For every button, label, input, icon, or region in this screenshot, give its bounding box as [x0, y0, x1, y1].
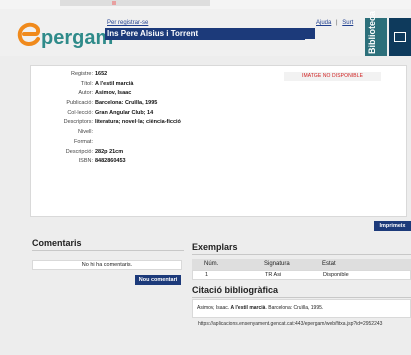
school-name: Ins Pere Alsius i Torrent: [105, 28, 315, 39]
cell-signature: TR Asi: [265, 272, 282, 278]
copies-table: Núm. Signatura Estat 1 TR Asi Disponible: [192, 259, 411, 280]
biblioteca-badge: Biblioteca: [365, 11, 387, 56]
record-panel: Registre: 1652 Títol: A l'estil marcià Aut…: [30, 65, 407, 217]
field-descripcio: Descripció: 282p 21cm: [31, 148, 251, 158]
record-url[interactable]: https://aplicacions.ensenyament.gencat.c…: [198, 321, 406, 328]
field-label: Registre:: [70, 71, 93, 77]
department-mark-icon: [394, 32, 406, 42]
comments-divider: [32, 250, 184, 251]
field-value: A l'estil marcià: [95, 80, 134, 87]
cell-num: 1: [205, 272, 209, 278]
col-status: Estat: [322, 261, 336, 267]
browser-indicator: [112, 1, 116, 5]
field-value: Asimov, Isaac: [95, 90, 132, 97]
department-logo: [389, 18, 411, 56]
field-colleccio: Col·lecció: Gran Angular Club; 14: [31, 109, 251, 119]
field-label: ISBN:: [78, 158, 93, 165]
epergam-logo[interactable]: pergam: [16, 18, 116, 52]
browser-top-strip: [0, 0, 411, 9]
help-link[interactable]: Ajuda: [316, 20, 331, 26]
top-links: Ajuda | Surt: [316, 20, 353, 26]
field-isbn: ISBN: 8482860453: [31, 157, 251, 167]
logo-e-icon: [17, 22, 41, 46]
logo-text: pergam: [41, 27, 114, 49]
cell-status: Disponible: [323, 272, 349, 278]
field-format: Format:: [31, 138, 251, 148]
logout-link[interactable]: Surt: [342, 20, 353, 26]
header: pergam Per registrar-se Ins Pere Alsius …: [0, 9, 411, 56]
copies-heading: Exemplars: [192, 242, 238, 252]
col-signature: Signatura: [264, 261, 290, 267]
comments-heading: Comentaris: [32, 238, 82, 248]
field-value: literatura; novel·la; ciència-ficció: [95, 119, 181, 126]
field-label: Nivell:: [78, 129, 93, 136]
link-separator: |: [336, 20, 338, 26]
field-registre: Registre: 1652: [31, 70, 251, 80]
field-value: 8482860453: [95, 158, 126, 165]
field-value: 1652: [95, 71, 108, 77]
register-link[interactable]: Per registrar-se: [107, 20, 148, 26]
field-label: Col·lecció:: [67, 109, 93, 116]
page: pergam Per registrar-se Ins Pere Alsius …: [0, 9, 411, 355]
record-fields: Registre: 1652 Títol: A l'estil marcià Aut…: [31, 70, 251, 167]
field-label: Format:: [74, 138, 93, 145]
school-underline: [105, 39, 305, 40]
print-button[interactable]: Imprimeix: [374, 221, 411, 231]
copies-divider: [192, 254, 411, 255]
citation-rest: . Barcelona: Cruïlla, 1995.: [265, 305, 324, 311]
field-label: Títol:: [80, 80, 93, 87]
biblioteca-text: Biblioteca: [367, 10, 377, 54]
field-descriptors: Descriptors: literatura; novel·la; ciènci…: [31, 118, 251, 128]
field-nivell: Nivell:: [31, 128, 251, 138]
field-titol: Títol: A l'estil marcià: [31, 80, 251, 90]
citation-divider: [192, 297, 411, 298]
field-autor: Autor: Asimov, Isaac: [31, 89, 251, 99]
no-image-placeholder: IMATGE NO DISPONIBLE: [284, 72, 381, 81]
citation-box: Asimov, Isaac. A l'estil marcià. Barcelo…: [192, 299, 411, 318]
new-comment-button[interactable]: Nou comentari: [135, 275, 181, 285]
field-value: Gran Angular Club; 14: [95, 109, 154, 116]
citation-author: Asimov, Isaac.: [197, 305, 230, 311]
field-label: Autor:: [78, 90, 93, 97]
field-publicacio: Publicació: Barcelona: Cruïlla, 1995: [31, 99, 251, 109]
field-label: Descriptors:: [63, 119, 93, 126]
field-value: Barcelona: Cruïlla, 1995: [95, 100, 158, 107]
col-num: Núm.: [204, 261, 219, 267]
table-row[interactable]: 1 TR Asi Disponible: [192, 270, 411, 280]
citation-heading: Citació bibliogràfica: [192, 285, 279, 295]
field-value: 282p 21cm: [95, 148, 124, 155]
comments-empty: No hi ha comentaris.: [32, 260, 182, 270]
field-label: Publicació:: [66, 100, 93, 107]
copies-table-header: Núm. Signatura Estat: [192, 259, 411, 270]
citation-title: A l'estil marcià: [230, 305, 266, 311]
field-label: Descripció:: [65, 148, 93, 155]
browser-tab-shadow: [60, 0, 210, 6]
